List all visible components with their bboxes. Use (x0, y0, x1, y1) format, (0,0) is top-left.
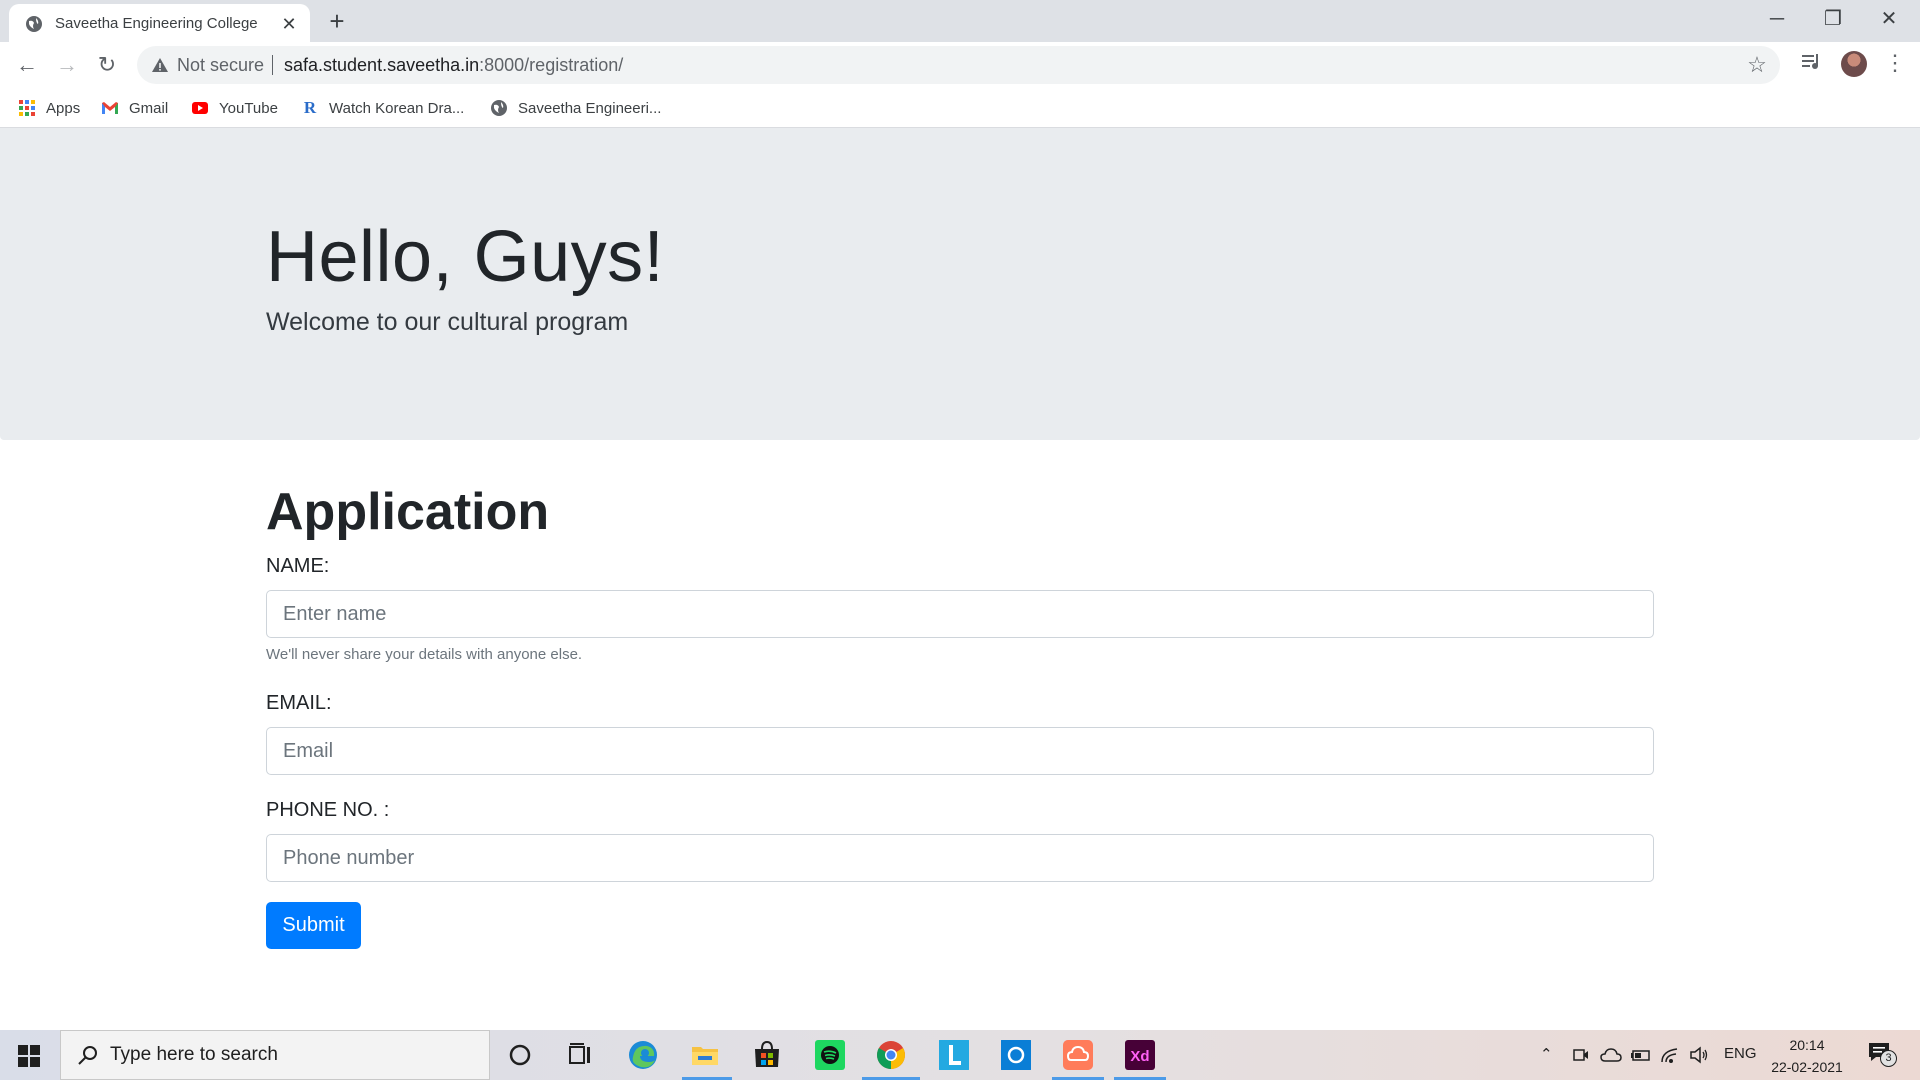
bookmark-label: Gmail (129, 99, 169, 117)
url-text: safa.student.saveetha.in:8000/registrati… (284, 55, 623, 76)
bookmark-label: Saveetha Engineeri... (518, 99, 662, 117)
chevron-up-icon[interactable]: ⌃ (1540, 1045, 1553, 1063)
gmail-icon (102, 102, 118, 114)
r-letter-icon: R (303, 98, 317, 117)
bookmark-label: YouTube (219, 99, 278, 117)
task-view-icon[interactable] (564, 1039, 596, 1071)
url-path: :8000/registration/ (479, 55, 624, 75)
l-app-icon[interactable] (938, 1039, 970, 1071)
search-placeholder: Type here to search (110, 1044, 278, 1065)
minimize-icon[interactable]: ─ (1749, 0, 1805, 38)
creative-cloud-icon[interactable] (1062, 1039, 1094, 1071)
chrome-icon[interactable] (875, 1039, 907, 1071)
bookmark-korean-drama[interactable]: R Watch Korean Dra... (301, 96, 464, 120)
warning-icon (152, 58, 168, 72)
profile-avatar[interactable] (1841, 51, 1867, 77)
adobe-xd-icon[interactable]: Xd (1124, 1039, 1156, 1071)
clock-time: 20:14 (1789, 1037, 1825, 1053)
url-host: safa.student.saveetha.in (284, 55, 480, 75)
page-subtitle: Welcome to our cultural program (266, 308, 629, 336)
name-input[interactable] (266, 590, 1654, 638)
phone-label: PHONE NO. : (266, 799, 390, 821)
bookmark-gmail[interactable]: Gmail (101, 96, 168, 120)
browser-tab-active[interactable]: Saveetha Engineering College ✕ (9, 4, 310, 42)
action-center-icon[interactable]: 3 (1868, 1042, 1897, 1067)
cortana-icon[interactable] (504, 1039, 536, 1071)
more-menu-icon[interactable]: ⋮ (1884, 48, 1906, 78)
bookmark-label: Watch Korean Dra... (329, 99, 465, 117)
meet-now-icon[interactable] (1572, 1046, 1590, 1064)
svg-text:Xd: Xd (1130, 1048, 1149, 1065)
phone-input[interactable] (266, 834, 1654, 882)
reload-icon[interactable]: ↻ (90, 48, 124, 82)
battery-icon[interactable] (1630, 1047, 1652, 1063)
close-tab-icon[interactable]: ✕ (279, 14, 299, 34)
system-clock[interactable]: 20:14 22-02-2021 (1764, 1034, 1850, 1078)
search-icon (78, 1046, 97, 1065)
submit-button[interactable]: Submit (266, 902, 361, 949)
globe-icon (491, 100, 507, 116)
forward-arrow-icon[interactable]: → (50, 48, 84, 82)
volume-icon[interactable] (1689, 1045, 1709, 1065)
email-label: EMAIL: (266, 692, 332, 714)
bookmark-star-icon[interactable]: ☆ (1744, 52, 1770, 78)
bookmark-label: Apps (46, 99, 81, 117)
input-language[interactable]: ENG (1724, 1045, 1757, 1062)
bookmark-saveetha[interactable]: Saveetha Engineeri... (490, 96, 661, 120)
taskbar: Type here to search Xd ⌃ ENG 20:14 22-02… (0, 1030, 1920, 1080)
file-explorer-icon[interactable] (689, 1039, 721, 1071)
name-help-text: We'll never share your details with anyo… (266, 646, 583, 663)
spotify-icon[interactable] (814, 1039, 846, 1071)
bookmark-apps[interactable]: Apps (18, 96, 80, 120)
bookmark-youtube[interactable]: YouTube (191, 96, 278, 120)
blue-app-icon[interactable] (1000, 1039, 1032, 1071)
clock-date: 22-02-2021 (1771, 1059, 1843, 1075)
apps-grid-icon (19, 100, 35, 116)
wifi-icon[interactable] (1660, 1045, 1680, 1065)
page-title: Hello, Guys! (266, 217, 665, 297)
browser-toolbar: ← → ↻ Not secure safa.student.saveetha.i… (0, 42, 1920, 88)
jumbotron: Hello, Guys! Welcome to our cultural pro… (0, 128, 1920, 440)
globe-icon (26, 16, 42, 32)
form-heading: Application (266, 483, 550, 541)
bookmarks-bar: Apps Gmail YouTube R Watch Korean Dra...… (0, 88, 1920, 128)
edge-browser-icon[interactable] (627, 1039, 659, 1071)
name-label: NAME: (266, 555, 330, 577)
store-icon[interactable] (751, 1039, 783, 1071)
tab-title: Saveetha Engineering College (55, 15, 258, 32)
tab-strip: Saveetha Engineering College ✕ + ─ ❐ ✕ (0, 0, 1920, 42)
email-input[interactable] (266, 727, 1654, 775)
back-arrow-icon[interactable]: ← (10, 48, 44, 82)
taskbar-search-box[interactable]: Type here to search (60, 1030, 490, 1080)
new-tab-button[interactable]: + (324, 8, 350, 34)
onedrive-cloud-icon[interactable] (1600, 1047, 1622, 1063)
restore-icon[interactable]: ❐ (1805, 0, 1861, 38)
security-status: Not secure (177, 55, 265, 75)
address-bar[interactable]: Not secure safa.student.saveetha.in:8000… (137, 46, 1780, 84)
close-window-icon[interactable]: ✕ (1861, 0, 1917, 38)
divider (272, 55, 273, 75)
windows-start-icon[interactable] (18, 1045, 40, 1067)
media-control-icon[interactable] (1800, 50, 1822, 72)
notification-count-badge: 3 (1880, 1050, 1897, 1067)
youtube-icon (192, 102, 208, 114)
